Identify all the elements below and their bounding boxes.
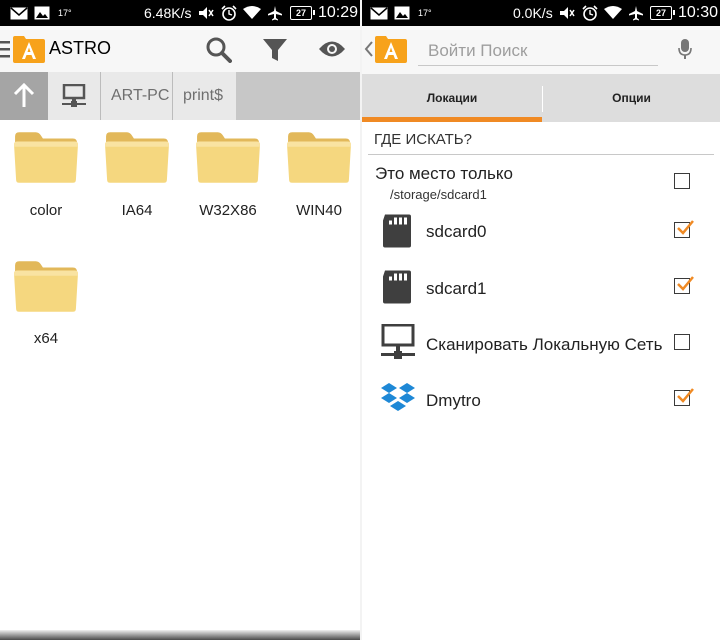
folder-item[interactable]: IA64: [97, 130, 177, 219]
search-icon[interactable]: [206, 37, 232, 68]
eye-icon[interactable]: [318, 40, 346, 63]
network-icon: [381, 324, 415, 359]
status-bar: 17° 6.48K/s 27 10:29: [0, 0, 360, 26]
checkmark-icon: [675, 274, 695, 294]
clock: 10:29: [318, 4, 359, 21]
astro-file-browser-screen: 17° 6.48K/s 27 10:29 ASTRO ART-PC print$…: [0, 0, 360, 640]
tab-bar: Локации Опции: [362, 74, 720, 122]
airplane-icon: [267, 0, 283, 26]
network-speed: 0.0K/s: [513, 5, 553, 21]
folder-icon: [13, 259, 79, 313]
astro-logo-icon[interactable]: [12, 34, 46, 69]
breadcrumb-item-print[interactable]: print$: [172, 72, 236, 120]
astro-logo-icon[interactable]: [374, 34, 408, 69]
alarm-icon: [221, 0, 237, 26]
location-label: Сканировать Локальную Сеть: [426, 335, 663, 354]
navigation-bar-edge: [0, 630, 360, 640]
tab-locations[interactable]: Локации: [362, 74, 542, 122]
status-bar: 17° 0.0K/s 27 10:30: [362, 0, 720, 26]
search-input[interactable]: [418, 36, 658, 66]
checkmark-icon: [675, 218, 695, 238]
alarm-icon: [582, 0, 598, 26]
folder-item[interactable]: color: [6, 130, 86, 219]
arrow-up-icon: [13, 83, 35, 107]
battery-indicator: 27: [650, 6, 675, 20]
location-label: Dmytro: [426, 391, 481, 410]
app-title: ASTRO: [49, 38, 112, 58]
folder-label: x64: [33, 330, 59, 347]
checkmark-icon: [675, 386, 695, 406]
menu-icon[interactable]: [0, 40, 10, 63]
folder-icon: [13, 130, 79, 184]
microphone-icon[interactable]: [678, 38, 692, 65]
image-notification-icon: [394, 0, 410, 26]
folder-icon: [286, 130, 352, 184]
location-label: sdcard0: [426, 222, 487, 241]
filter-icon[interactable]: [262, 38, 288, 67]
folder-label: IA64: [121, 202, 153, 219]
this-place-label: Это место только: [375, 164, 513, 183]
up-directory-button[interactable]: [0, 72, 48, 120]
breadcrumb-item-art-pc[interactable]: ART-PC: [100, 72, 172, 120]
this-place-path: /storage/sdcard1: [390, 187, 487, 202]
location-checkbox[interactable]: [674, 278, 690, 294]
search-bar: [362, 26, 720, 74]
wifi-icon: [243, 0, 261, 26]
sdcard-icon: [382, 212, 412, 249]
image-notification-icon: [34, 0, 50, 26]
weather-temperature: 17°: [58, 8, 72, 18]
action-bar: ASTRO: [0, 26, 360, 72]
battery-indicator: 27: [290, 6, 315, 20]
location-checkbox[interactable]: [674, 222, 690, 238]
section-title: ГДЕ ИСКАТЬ?: [374, 131, 472, 148]
weather-temperature: 17°: [418, 8, 432, 18]
folder-label: color: [29, 202, 63, 219]
breadcrumb: ART-PC print$: [0, 72, 360, 120]
back-chevron-icon[interactable]: [364, 40, 374, 63]
this-place-checkbox[interactable]: [674, 173, 690, 189]
wifi-icon: [604, 0, 622, 26]
section-divider: [368, 154, 714, 155]
mute-icon: [559, 0, 575, 26]
mail-icon: [370, 0, 388, 26]
mute-icon: [198, 0, 214, 26]
network-speed: 6.48K/s: [144, 5, 192, 21]
mail-icon: [10, 0, 28, 26]
folder-icon: [104, 130, 170, 184]
sdcard-icon: [382, 268, 412, 305]
folder-item[interactable]: WIN40: [279, 130, 359, 219]
network-computer-icon: [62, 84, 86, 107]
folder-item[interactable]: x64: [6, 259, 86, 347]
astro-search-screen: 17° 0.0K/s 27 10:30 Локации Опции: [362, 0, 720, 640]
folder-item[interactable]: W32X86: [188, 130, 268, 219]
folder-label: WIN40: [296, 202, 342, 219]
location-checkbox[interactable]: [674, 334, 690, 350]
airplane-icon: [628, 0, 644, 26]
dropbox-icon: [381, 383, 415, 411]
clock: 10:30: [678, 4, 719, 21]
folder-label: W32X86: [199, 202, 257, 219]
folder-icon: [195, 130, 261, 184]
tab-options[interactable]: Опции: [543, 74, 720, 122]
breadcrumb-network-root[interactable]: [48, 72, 100, 120]
location-checkbox[interactable]: [674, 390, 690, 406]
active-tab-indicator: [362, 117, 542, 122]
location-label: sdcard1: [426, 279, 487, 298]
